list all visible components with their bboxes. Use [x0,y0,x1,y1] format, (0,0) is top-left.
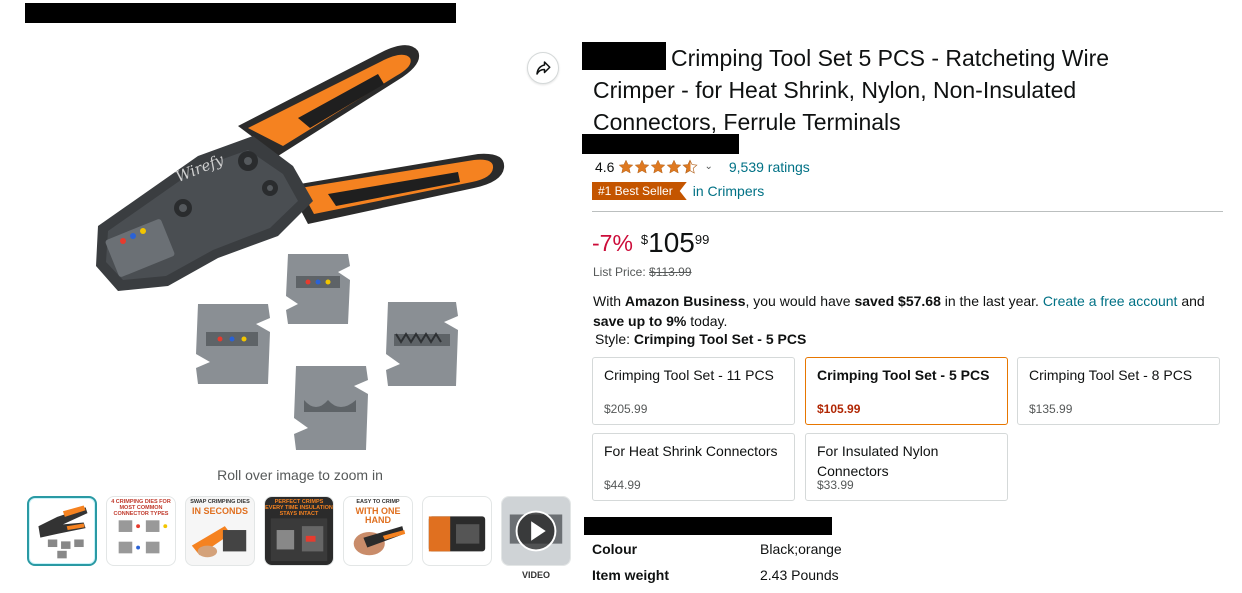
variant-option-8pcs[interactable]: Crimping Tool Set - 8 PCS $135.99 [1017,357,1220,425]
share-icon [536,61,551,75]
business-text-saved: saved $57.68 [854,293,941,309]
style-label: Style: [595,331,631,347]
star-full-icon [635,159,650,174]
product-title-text: Crimping Tool Set 5 PCS - Ratcheting Wir… [593,45,1110,135]
variant-label: Crimping Tool Set - 11 PCS [604,367,774,383]
variant-option-5pcs[interactable]: Crimping Tool Set - 5 PCS $105.99 [805,357,1008,425]
rating-value: 4.6 [595,159,615,175]
variant-label: Crimping Tool Set - 8 PCS [1029,367,1193,383]
thumb-perfect-crimps[interactable]: PERFECT CRIMPS EVERY TIME INSULATION STA… [264,496,334,566]
variant-price: $105.99 [817,402,861,416]
star-full-icon [619,159,634,174]
variant-label: For Heat Shrink Connectors [604,443,778,459]
main-product-image[interactable]: Wirefy [78,36,523,461]
thumb-case-image [428,516,486,552]
thumb-tool-image [38,505,88,559]
thumb-main-tool-set[interactable] [27,496,97,566]
star-full-icon [651,159,666,174]
star-half-icon [682,159,699,174]
product-title: Crimping Tool Set 5 PCS - Ratcheting Wir… [593,42,1153,138]
variant-option-11pcs[interactable]: Crimping Tool Set - 11 PCS $205.99 [592,357,795,425]
spec-value: 2.43 Pounds [760,567,839,583]
thumb-case[interactable] [422,496,492,566]
variant-price: $135.99 [1029,402,1073,416]
divider [592,211,1223,212]
price-symbol: $ [640,232,649,247]
create-account-link[interactable]: Create a free account [1043,293,1178,309]
thumb-video-image [502,497,570,565]
variant-price: $44.99 [604,478,641,492]
ratings-count-link[interactable]: 9,539 ratings [729,159,810,175]
business-text-save-up-to: save up to 9% [593,313,687,329]
variant-label: Crimping Tool Set - 5 PCS [817,367,990,383]
spec-value: Black;orange [760,541,842,557]
price-whole: 105 [648,227,695,258]
chevron-down-icon[interactable]: ⌄ [704,161,712,172]
variant-option-insulated-nylon[interactable]: For Insulated Nylon Connectors $33.99 [805,433,1008,501]
bestseller-category-link[interactable]: in Crimpers [693,183,765,199]
spec-label: Colour [592,541,638,557]
variant-label: For Insulated Nylon Connectors [817,443,939,479]
list-price: List Price: $113.99 [593,265,692,279]
price-block: -7% $ 105 99 [592,228,709,258]
business-text-suffix: today. [686,313,728,329]
business-text-mid3: and [1177,293,1205,309]
crimping-tool-illustration: Wirefy [96,45,505,450]
thumb-easy-crimp[interactable]: EASY TO CRIMP WITH ONE HAND [343,496,413,566]
thumb-video[interactable] [501,496,571,566]
style-value: Crimping Tool Set - 5 PCS [633,331,807,347]
star-full-icon [667,159,682,174]
variant-price: $33.99 [817,478,854,492]
business-text-prefix: With [593,293,625,309]
star-rating[interactable] [618,159,699,175]
redacted-breadcrumb [25,3,456,23]
share-button[interactable] [527,52,559,84]
thumb-swap-dies[interactable]: SWAP CRIMPING DIES IN SECONDS [185,496,255,566]
thumb-crimping-dies[interactable]: 4 CRIMPING DIES FOR MOST COMMON CONNECTO… [106,496,176,566]
discount-percent: -7% [592,230,633,256]
bestseller-row: #1 Best Seller in Crimpers [592,182,764,200]
business-text-amazon-business: Amazon Business [624,293,746,309]
style-selection: Style: Crimping Tool Set - 5 PCS [595,331,806,347]
redacted-section-heading [584,517,832,535]
price-fraction: 99 [694,232,710,247]
variant-option-heat-shrink[interactable]: For Heat Shrink Connectors $44.99 [592,433,795,501]
variant-price: $205.99 [604,402,648,416]
business-text-mid2: in the last year. [940,293,1043,309]
list-price-label: List Price: [593,265,646,279]
business-text-mid1: , you would have [745,293,855,309]
bestseller-badge[interactable]: #1 Best Seller [592,182,687,200]
spec-label: Item weight [592,567,670,583]
video-label: VIDEO [521,570,550,580]
rating-row: 4.6 ⌄ 9,539 ratings [595,157,810,177]
zoom-hint: Roll over image to zoom in [217,467,383,483]
business-savings-text: With Amazon Business, you would have sav… [593,291,1213,331]
list-price-value: $113.99 [649,265,692,279]
